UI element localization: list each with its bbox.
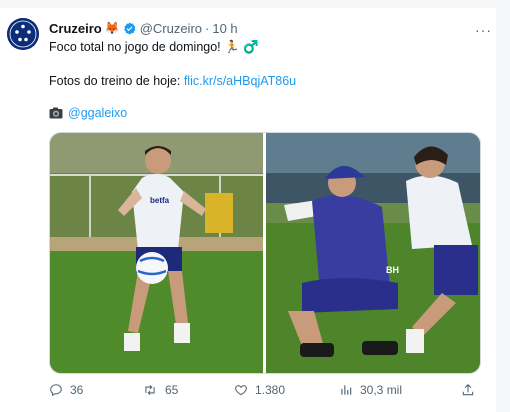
fox-emoji-icon: 🦊 — [104, 21, 120, 35]
retweet-icon — [145, 384, 155, 396]
page-edge — [496, 0, 510, 412]
jersey-sponsor-text-1: betfa — [150, 196, 170, 205]
tweet-header: Cruzeiro 🦊 @Cruzeiro · 10 h — [49, 19, 238, 37]
tweet-card[interactable]: Cruzeiro 🦊 @Cruzeiro · 10 h ··· Foco tot… — [0, 0, 510, 412]
flickr-link[interactable]: flic.kr/s/aHBqjAT86u — [184, 74, 296, 88]
verified-badge-icon — [123, 22, 136, 35]
like-button[interactable]: 1.380 — [234, 381, 285, 399]
photos-caption: Fotos do treino de hoje: — [49, 74, 184, 88]
share-icon — [462, 384, 474, 396]
retweet-count: 65 — [165, 383, 179, 397]
retweet-button[interactable]: 65 — [142, 381, 178, 399]
author-name[interactable]: Cruzeiro — [49, 21, 102, 36]
camera-icon — [49, 107, 63, 119]
top-divider — [0, 0, 510, 8]
training-photo-1[interactable]: betfa — [50, 133, 263, 373]
photo-credit: @ggaleixo — [49, 106, 127, 120]
tweet-text-line1: Foco total no jogo de domingo! 🏃 ♂️ — [49, 40, 259, 54]
reply-button[interactable]: 36 — [49, 381, 83, 399]
author-handle[interactable]: @Cruzeiro — [140, 21, 202, 36]
tweet-text-line2: Fotos do treino de hoje: flic.kr/s/aHBqj… — [49, 74, 296, 88]
share-button[interactable] — [461, 381, 475, 399]
media-grid: betfa BH — [49, 132, 481, 374]
heart-icon — [235, 385, 247, 396]
more-options-icon[interactable]: ··· — [475, 22, 492, 38]
tweet-timestamp[interactable]: 10 h — [212, 21, 237, 36]
views-count: 30,3 mil — [360, 383, 403, 397]
separator-dot: · — [205, 20, 210, 36]
reply-icon — [50, 384, 62, 397]
photographer-handle-link[interactable]: @ggaleixo — [68, 106, 127, 120]
avatar[interactable] — [7, 18, 39, 50]
action-bar: 36 65 1.380 30,3 mil — [49, 381, 485, 399]
views-chart-icon — [341, 385, 352, 395]
like-count: 1.380 — [255, 383, 286, 397]
reply-count: 36 — [70, 383, 84, 397]
jersey-sponsor-text-2: BH — [386, 265, 399, 275]
training-photo-2[interactable]: BH — [266, 133, 480, 373]
views-button[interactable]: 30,3 mil — [339, 381, 402, 399]
